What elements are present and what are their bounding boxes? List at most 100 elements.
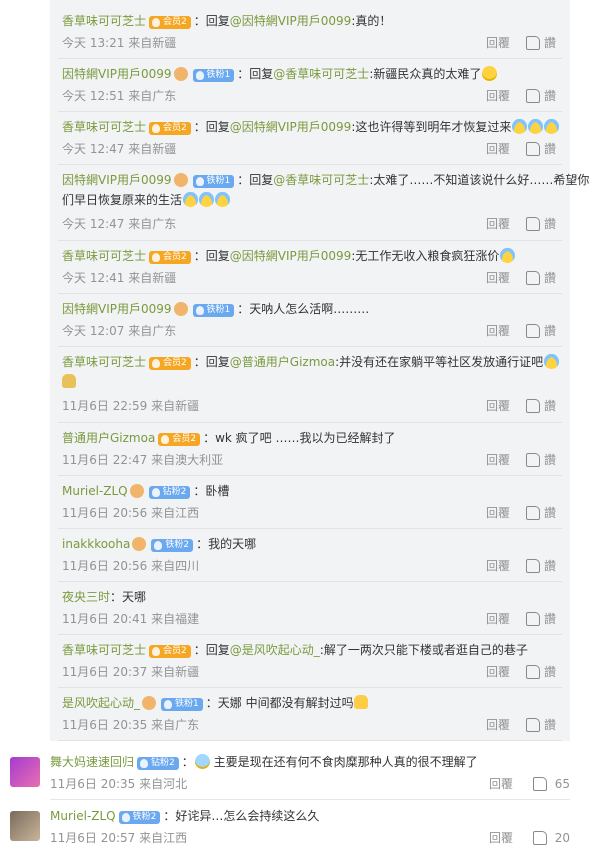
divider	[50, 799, 570, 800]
reply-button[interactable]: 回覆	[486, 140, 510, 157]
reply-text: :并没有还在家躺平等社区发放通行证吧	[335, 355, 544, 369]
reply-button[interactable]: 回覆	[486, 504, 510, 521]
like-icon[interactable]	[525, 35, 540, 50]
avatar[interactable]	[10, 811, 40, 841]
like-icon[interactable]	[525, 664, 540, 679]
comment-username[interactable]: 舞大妈速速回归	[50, 755, 134, 769]
like-button[interactable]: 讚	[544, 451, 556, 468]
fan-badge[interactable]: 铁粉2	[118, 811, 161, 824]
fan-badge[interactable]: 铁粉2	[151, 539, 194, 552]
reply-button[interactable]: 回覆	[486, 269, 510, 286]
comment-username[interactable]: Muriel-ZLQ	[50, 809, 116, 823]
emoji-icon	[528, 119, 544, 134]
fan-badge[interactable]: 铁粉1	[192, 304, 235, 317]
reply-username[interactable]: 香草味可可芝士	[62, 643, 146, 657]
reply-username[interactable]: 因特網VIP用戶0099	[62, 67, 172, 81]
fan-badge[interactable]: 会员2	[149, 122, 191, 135]
mention-link[interactable]: @普通用户Gizmoa	[230, 355, 335, 369]
reply-username[interactable]: 普通用户Gizmoa	[62, 431, 155, 445]
like-icon[interactable]	[525, 611, 540, 626]
reply-time: 今天 12:51	[62, 89, 125, 103]
like-icon[interactable]	[525, 216, 540, 231]
reply-button[interactable]: 回覆	[486, 663, 510, 680]
reply-actions: 回覆 讚	[486, 269, 556, 286]
mention-link[interactable]: @是风吹起心动_	[230, 643, 320, 657]
like-icon[interactable]	[525, 141, 540, 156]
fan-badge[interactable]: 铁粉1	[192, 69, 235, 82]
reply-username[interactable]: 是风吹起心动_	[62, 696, 140, 710]
like-button[interactable]: 讚	[544, 140, 556, 157]
like-button[interactable]: 讚	[544, 504, 556, 521]
reply-username[interactable]: 香草味可可芝士	[62, 355, 146, 369]
reply-username[interactable]: 香草味可可芝士	[62, 249, 146, 263]
like-icon[interactable]	[525, 558, 540, 573]
reply-button[interactable]: 回覆	[486, 87, 510, 104]
mention-link[interactable]: @香草味可可芝士	[273, 173, 369, 187]
like-icon[interactable]	[532, 830, 547, 845]
comment-item: Muriel-ZLQ 铁粉2 ：好诧异…怎么会持续这么久 11月6日 20:57 来…	[0, 805, 592, 849]
like-icon[interactable]	[525, 398, 540, 413]
emoji-icon	[544, 354, 560, 369]
reply-content: 因特網VIP用戶0099 铁粉1 ：回复@香草味可可芝士:太难了……不知道该说什么好…	[62, 173, 590, 188]
like-icon[interactable]	[525, 452, 540, 467]
reply-item: 夜央三时：天哪 11月6日 20:41 来自福建 回覆 讚	[58, 586, 562, 635]
reply-location: 来自新疆	[151, 399, 200, 413]
like-button[interactable]: 讚	[544, 34, 556, 51]
avatar[interactable]	[10, 757, 40, 787]
reply-button[interactable]: 回覆	[486, 610, 510, 627]
mention-link[interactable]: @因特網VIP用戶0099	[230, 249, 352, 263]
comment-actions: 回覆 65	[489, 775, 570, 792]
reply-button[interactable]: 回覆	[486, 451, 510, 468]
reply-username[interactable]: 香草味可可芝士	[62, 14, 146, 28]
fan-badge[interactable]: 会员2	[149, 16, 191, 29]
reply-item: 是风吹起心动_ 铁粉1 ：天娜 中间都没有解封过吗 11月6日 20:35 来自广东回…	[58, 692, 562, 741]
reply-text: 天哪	[122, 590, 147, 604]
reply-username[interactable]: 因特網VIP用戶0099	[62, 173, 172, 187]
like-icon[interactable]	[525, 270, 540, 285]
reply-item: inakkkooha 铁粉2 ：我的天哪 11月6日 20:56 来自四川 回覆讚	[58, 533, 562, 582]
like-icon[interactable]	[525, 505, 540, 520]
like-button[interactable]: 讚	[544, 610, 556, 627]
reply-button[interactable]: 回覆	[489, 829, 513, 846]
fan-badge[interactable]: 会员2	[158, 433, 201, 446]
reply-button[interactable]: 回覆	[486, 34, 510, 51]
like-button[interactable]: 讚	[544, 215, 556, 232]
reply-username[interactable]: 香草味可可芝士	[62, 120, 146, 134]
mention-link[interactable]: @香草味可可芝士	[273, 67, 369, 81]
like-button[interactable]: 讚	[544, 322, 556, 339]
fan-badge[interactable]: 会员2	[149, 251, 191, 264]
reply-button[interactable]: 回覆	[486, 716, 510, 733]
fan-badge[interactable]: 铁粉1	[192, 175, 235, 188]
like-button[interactable]: 讚	[544, 269, 556, 286]
like-button[interactable]: 讚	[544, 87, 556, 104]
reply-username[interactable]: 因特網VIP用戶0099	[62, 302, 172, 316]
like-icon[interactable]	[532, 776, 547, 791]
reply-button[interactable]: 回覆	[486, 215, 510, 232]
reply-button[interactable]: 回覆	[489, 775, 513, 792]
fan-badge[interactable]: 会员2	[149, 645, 191, 658]
like-button[interactable]: 讚	[544, 557, 556, 574]
like-button[interactable]: 讚	[544, 397, 556, 414]
reply-button[interactable]: 回覆	[486, 557, 510, 574]
mention-link[interactable]: @因特網VIP用戶0099	[230, 14, 352, 28]
like-icon[interactable]	[525, 323, 540, 338]
fan-badge[interactable]: 会员2	[149, 357, 191, 370]
mention-link[interactable]: @因特網VIP用戶0099	[230, 120, 352, 134]
fan-badge[interactable]: 钻粉2	[148, 486, 191, 499]
like-icon[interactable]	[525, 88, 540, 103]
reply-username[interactable]: inakkkooha	[62, 537, 130, 551]
reply-text-cont: 们早日恢复原来的生活	[62, 193, 183, 207]
fan-badge[interactable]: 钻粉2	[137, 757, 179, 770]
reply-button[interactable]: 回覆	[486, 397, 510, 414]
like-button[interactable]: 讚	[544, 716, 556, 733]
reply-button[interactable]: 回覆	[486, 322, 510, 339]
reply-actions: 回覆 讚	[486, 87, 556, 104]
reply-username[interactable]: 夜央三时	[62, 590, 110, 604]
reply-text: :新疆民众真的太难了	[369, 67, 482, 81]
like-icon[interactable]	[525, 717, 540, 732]
fan-badge[interactable]: 铁粉1	[161, 698, 203, 711]
reply-location: 来自广东	[128, 324, 177, 338]
reply-username[interactable]: Muriel-ZLQ	[62, 484, 128, 498]
reply-actions: 回覆 讚	[486, 610, 556, 627]
like-button[interactable]: 讚	[544, 663, 556, 680]
